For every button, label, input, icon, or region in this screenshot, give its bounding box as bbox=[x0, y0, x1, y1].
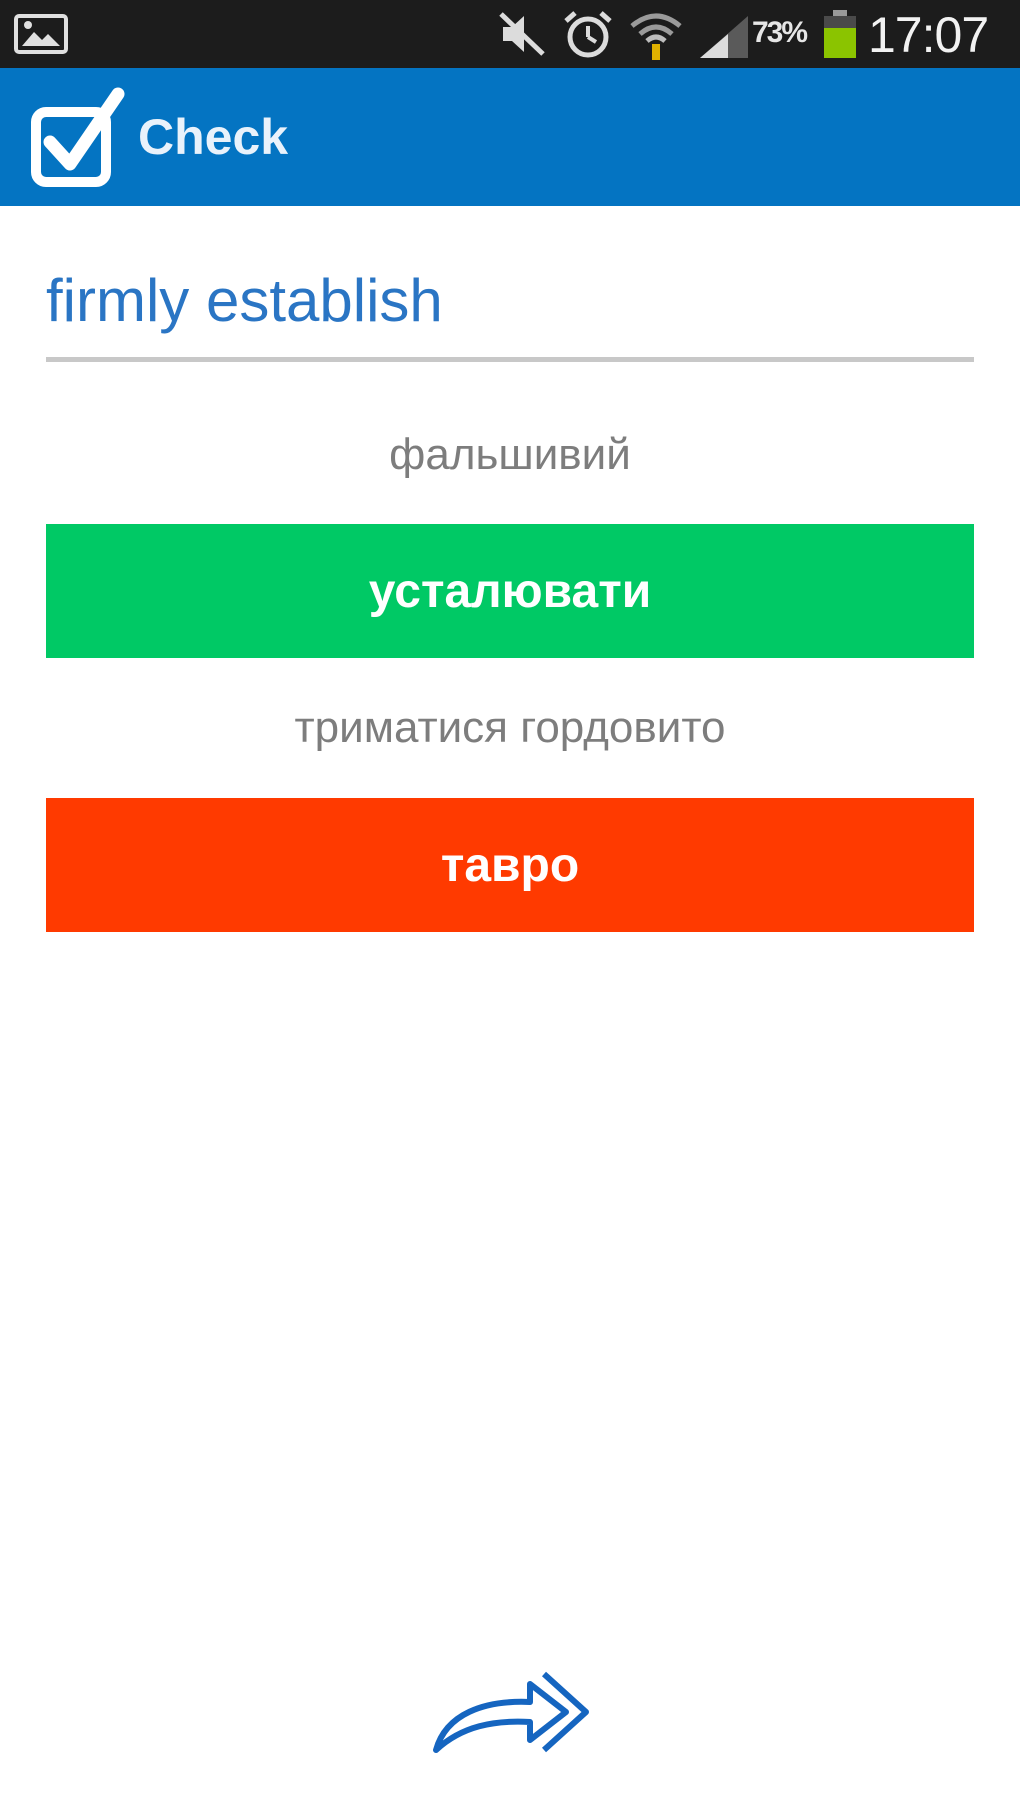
quiz-word: firmly establish bbox=[46, 267, 443, 334]
screen: 73% 17:07 Check firmly establish фальшив… bbox=[0, 0, 1020, 1819]
answer-button-wrong[interactable]: тавро bbox=[46, 798, 974, 932]
status-bar: 73% 17:07 bbox=[0, 0, 1020, 68]
forward-arrow-icon[interactable] bbox=[432, 1656, 592, 1756]
battery-icon bbox=[824, 10, 856, 58]
action-bar: Check bbox=[0, 68, 1020, 206]
battery-percent: 73% bbox=[752, 16, 808, 49]
answer-button-correct[interactable]: усталювати bbox=[46, 524, 974, 658]
mute-icon bbox=[499, 12, 545, 56]
clock: 17:07 bbox=[868, 7, 989, 63]
alarm-icon bbox=[564, 11, 612, 58]
checkbox-icon bbox=[31, 87, 125, 187]
gallery-icon bbox=[14, 14, 68, 54]
signal-icon bbox=[700, 16, 748, 58]
option-hint-label: фальшивий bbox=[389, 430, 631, 479]
wifi-icon bbox=[630, 13, 682, 60]
option-hint-label: триматися гордовито bbox=[294, 703, 726, 752]
app-title: Check bbox=[138, 109, 289, 165]
word-field: firmly establish bbox=[46, 232, 974, 362]
